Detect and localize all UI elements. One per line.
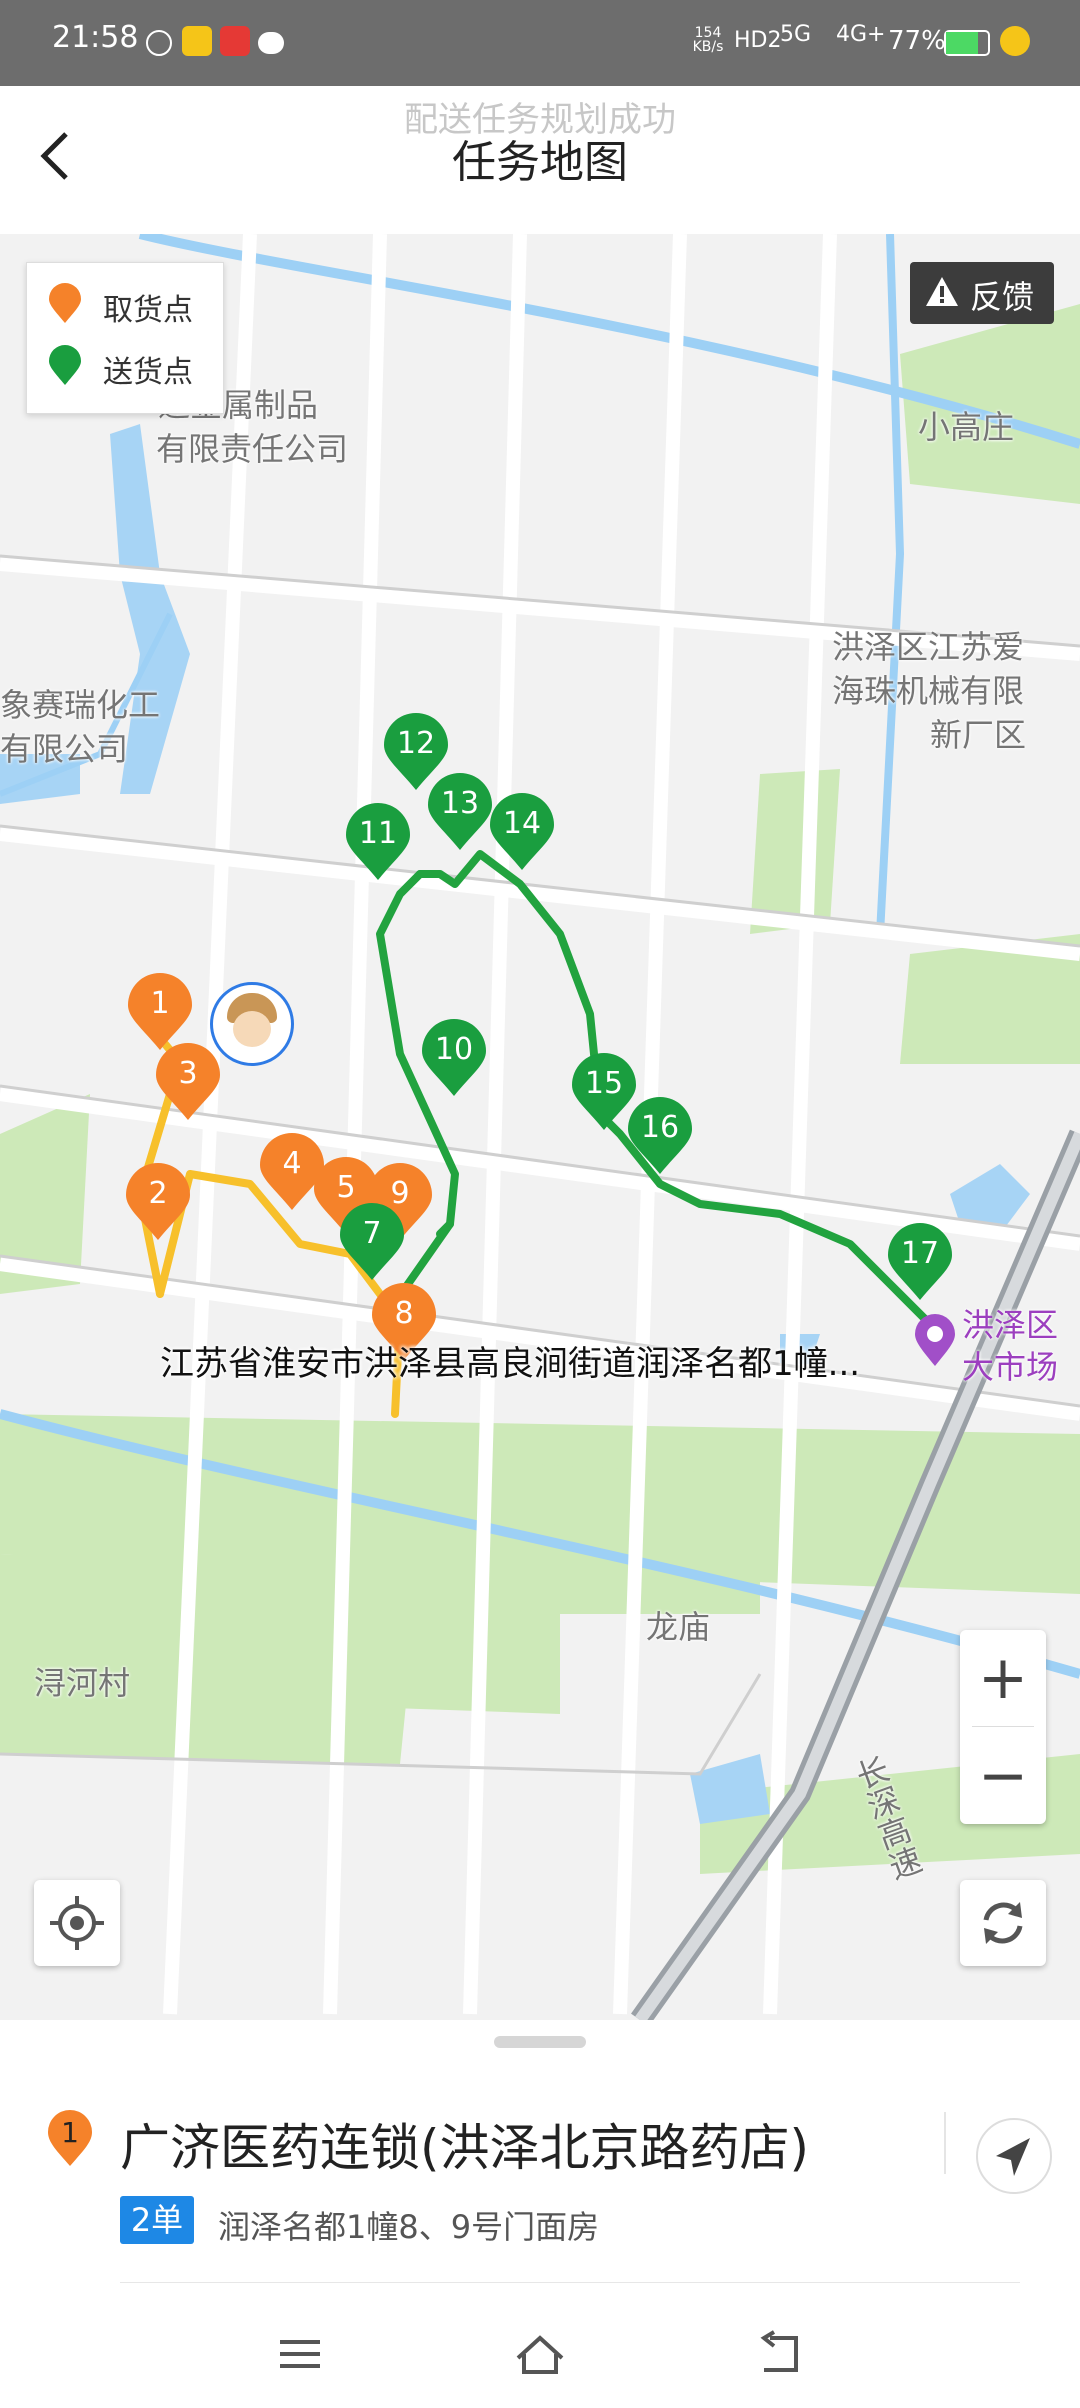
zoom-out-button[interactable]: − [960,1728,1046,1824]
pickup-pin-icon [49,283,81,323]
stop-pin: 1 [46,2110,94,2168]
hd-icon: HD2 [734,28,782,53]
place-label: 象赛瑞化工 [0,686,161,724]
map-view[interactable]: 通金属制品 有限责任公司 小高庄 洪泽区江苏爱 海珠机械有限 新厂区 象赛瑞化工… [0,234,1080,2020]
refresh-icon [983,1902,1023,1944]
place-label: 龙庙 [646,1608,711,1646]
delivery-marker[interactable]: 11 [344,802,412,882]
divider [944,2112,946,2174]
delivery-marker[interactable]: 17 [886,1222,954,1302]
legend-pickup: 取货点 [47,279,217,328]
charging-icon [1000,26,1030,56]
delivery-marker-label: 10 [434,1032,474,1067]
poi-label: 洪泽区 [962,1306,1059,1344]
place-label: 洪泽区江苏爱 [832,628,1025,666]
pickup-marker-label: 2 [148,1176,168,1211]
locate-button[interactable] [34,1880,120,1966]
pickup-marker-label: 8 [394,1296,414,1331]
poi-label: 大市场 [962,1348,1059,1386]
back-icon[interactable] [750,2328,810,2380]
place-label: 海珠机械有限 [832,672,1025,710]
delivery-marker[interactable]: 10 [420,1018,488,1098]
pickup-marker[interactable]: 3 [154,1042,222,1122]
stop-address: 润泽名都1幢8、9号门面房 [218,2208,600,2246]
pickup-marker[interactable]: 2 [124,1162,192,1242]
delivery-marker[interactable]: 16 [626,1096,694,1176]
crosshair-icon [50,1896,104,1950]
toast-message: 配送任务规划成功 [404,100,676,140]
place-label: 浔河村 [34,1664,131,1702]
stop-name: 广济医药连锁(洪泽北京路药店) [120,2119,810,2177]
pickup-marker-label: 3 [178,1056,198,1091]
delivery-marker-label: 12 [396,726,436,761]
delivery-pin-icon [49,345,81,385]
place-label: 小高庄 [918,408,1015,446]
divider [120,2282,1020,2283]
5g-signal-icon: 5G [780,22,812,47]
message-icon [258,32,284,54]
courier-avatar[interactable] [210,982,294,1066]
legend-delivery: 送货点 [47,341,217,390]
place-label: 新厂区 [930,716,1027,754]
map-legend: 取货点 送货点 [26,262,224,414]
app-notification-icon [182,26,212,56]
delivery-marker-label: 17 [900,1236,940,1271]
delivery-marker[interactable]: 14 [488,792,556,872]
pickup-marker-label: 1 [150,986,170,1021]
battery-percent: 77% [888,26,946,56]
menu-icon[interactable] [270,2328,330,2380]
market-poi-icon[interactable] [912,1314,958,1368]
home-icon[interactable] [510,2328,570,2380]
warning-icon [926,277,958,306]
map-canvas[interactable] [0,234,1080,2020]
battery-icon [944,30,990,56]
delivery-marker[interactable]: 13 [426,772,494,852]
delivery-marker-label: 13 [440,786,480,821]
zoom-control: + − [960,1630,1046,1824]
delivery-marker-label: 16 [640,1110,680,1145]
weibo-icon [220,26,250,56]
4g-signal-icon: 4G+ [836,22,886,47]
order-count-badge: 2单 [120,2196,194,2244]
refresh-button[interactable] [960,1880,1046,1966]
place-label: 有限公司 [0,730,129,768]
drag-handle[interactable] [494,2036,586,2048]
system-nav-bar [0,2300,1080,2408]
status-bar: 21:58 154 KB/s HD2 5G 4G+ 77% [0,0,1080,86]
pickup-marker[interactable]: 1 [126,972,194,1052]
feedback-button[interactable]: 反馈 [910,262,1054,324]
k-icon [146,30,172,56]
delivery-marker-label: 14 [502,806,542,841]
delivery-marker[interactable]: 7 [338,1202,406,1282]
navigation-arrow-icon [996,2138,1030,2176]
net-speed: 154 KB/s [692,25,724,55]
navigate-button[interactable] [976,2118,1052,2194]
stop-index: 1 [61,2116,79,2149]
status-time: 21:58 [52,20,139,55]
delivery-marker-label: 7 [362,1216,382,1251]
current-address-label: 江苏省淮安市洪泽县高良涧街道润泽名都1幢... [160,1344,861,1384]
zoom-in-button[interactable]: + [960,1630,1046,1726]
delivery-marker-label: 11 [358,816,398,851]
place-label: 有限责任公司 [156,430,349,468]
